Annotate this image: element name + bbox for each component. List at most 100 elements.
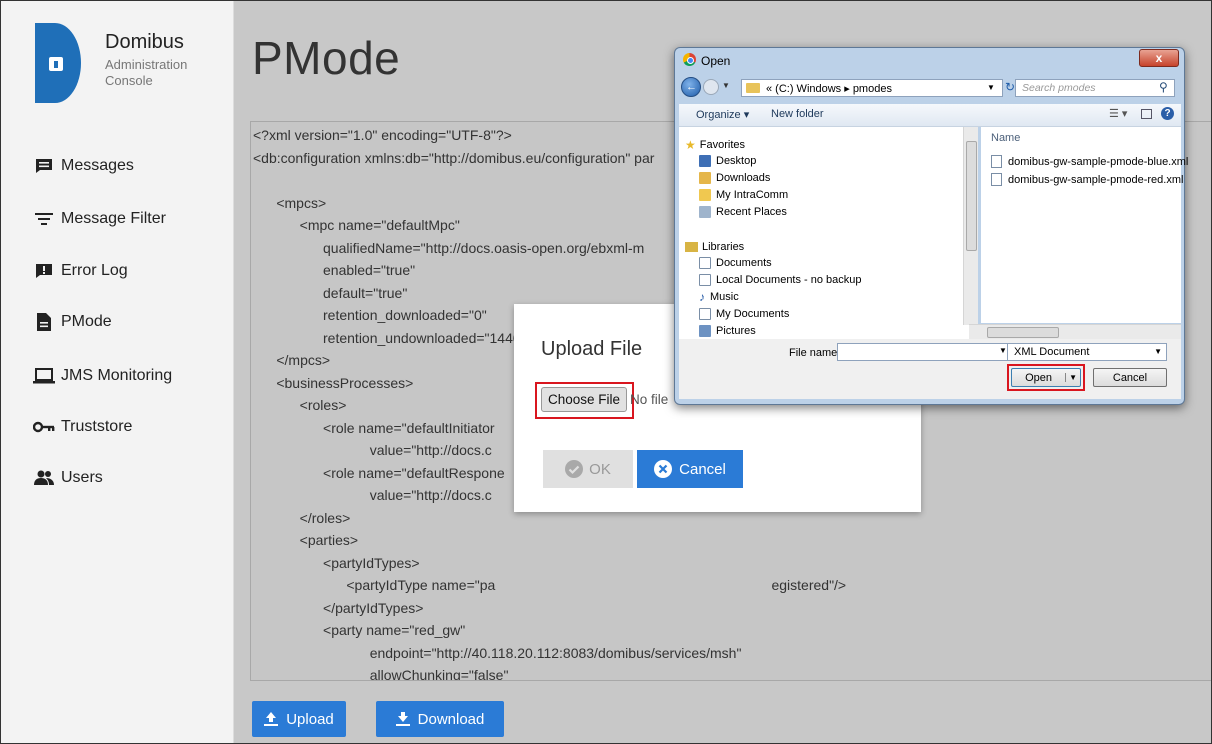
sidebar-item-label: Truststore [61,418,133,435]
file-type-select[interactable]: XML Document ▼ [1007,343,1167,361]
file-type-dropdown-icon: ▼ [1154,347,1162,356]
dialog-bottom-bar: File name: ▼ XML Document ▼ Open ▼ Cance… [679,339,1181,399]
download-label: Download [417,710,485,728]
tree-label: Music [710,291,739,303]
tree-label: Local Documents - no backup [716,274,862,286]
address-bar[interactable]: « (C:) Windows ▸ pmodes [741,79,1003,97]
desktop-icon [699,155,711,167]
sidebar-item-label: JMS Monitoring [61,367,173,384]
intracomm-icon [699,189,711,201]
file-name: domibus-gw-sample-pmode-red.xml [1008,173,1184,186]
tree-libraries[interactable]: Libraries [685,239,744,255]
page-title: PMode [252,32,401,84]
file-type-value: XML Document [1014,346,1090,358]
open-button[interactable]: Open ▼ [1011,368,1081,387]
xml-line: allowChunking="false" [253,667,509,681]
column-header-name[interactable]: Name [991,132,1020,144]
file-name-label: File name: [789,347,841,359]
preview-pane-icon[interactable] [1141,109,1152,119]
download-button[interactable]: Download [376,701,504,737]
domibus-logo [35,23,81,103]
sidebar-item-message-filter[interactable]: Message Filter [33,204,166,234]
ok-button[interactable]: OK [543,450,633,488]
modal-title: Upload File [541,338,643,360]
dialog-cancel-label: Cancel [1112,371,1148,384]
tree-label: My IntraComm [716,189,789,201]
history-dropdown-icon[interactable]: ▼ [722,81,730,90]
tree-item-recent[interactable]: Recent Places [699,204,787,220]
tree-item-pictures[interactable]: Pictures [699,323,756,339]
file-name-dropdown-icon[interactable]: ▼ [999,346,1007,355]
chrome-center [687,57,694,64]
view-options-icon[interactable]: ☰ ▾ [1109,107,1127,120]
search-input[interactable]: Search pmodes [1015,79,1175,97]
upload-button[interactable]: Upload [252,701,346,737]
new-folder-button[interactable]: New folder [771,108,824,120]
dialog-title: Open [701,54,731,68]
libraries-icon [685,242,698,252]
tree-item-music[interactable]: ♪ Music [699,289,739,305]
tree-item-my-documents[interactable]: My Documents [699,306,789,322]
file-item[interactable]: domibus-gw-sample-pmode-red.xml [991,173,1183,186]
sidebar-item-truststore[interactable]: Truststore [33,412,132,442]
brand-subtitle: Administration Console [105,57,188,88]
tree-item-desktop[interactable]: Desktop [699,153,756,169]
documents-icon [699,274,711,286]
tree-label: Documents [716,257,772,269]
sidebar-item-messages[interactable]: Messages [33,151,134,181]
sidebar: Domibus Administration Console Messages … [1,1,234,743]
horizontal-scrollbar[interactable] [969,324,1181,339]
file-list: Name domibus-gw-sample-pmode-blue.xml do… [981,127,1188,323]
tree-item-intracomm[interactable]: My IntraComm [699,187,788,203]
star-icon: ★ [685,138,696,152]
cancel-button[interactable]: Cancel [637,450,743,488]
file-item[interactable]: domibus-gw-sample-pmode-blue.xml [991,155,1188,168]
horizontal-scroll-thumb[interactable] [987,327,1059,338]
cancel-label: Cancel [679,460,726,478]
tree-favorites[interactable]: ★ Favorites [685,137,745,153]
xml-file-icon [991,155,1002,168]
tree-item-downloads[interactable]: Downloads [699,170,770,186]
dialog-cancel-button[interactable]: Cancel [1093,368,1167,387]
download-icon [395,712,410,726]
forward-button[interactable] [703,79,719,95]
tree-scrollbar[interactable] [963,127,978,325]
address-dropdown-icon[interactable]: ▼ [987,83,995,92]
sidebar-item-error-log[interactable]: Error Log [33,256,128,286]
sidebar-item-users[interactable]: Users [33,463,103,493]
refresh-icon[interactable]: ↻ [1005,80,1015,94]
tree-item-documents[interactable]: Documents [699,255,772,271]
xml-file-icon [991,173,1002,186]
check-icon [565,460,584,478]
choose-file-button[interactable]: Choose File [541,387,627,412]
tree-label: Libraries [702,241,745,253]
navigation-tree: ★ Favorites Desktop Downloads My IntraCo… [679,127,969,339]
sidebar-item-pmode[interactable]: PMode [33,307,112,337]
open-file-dialog: Open x ← ▼ « (C:) Windows ▸ pmodes ▼ ↻ S… [674,47,1188,405]
error-log-icon [33,261,55,281]
users-icon [33,468,55,488]
tree-label: Recent Places [716,206,787,218]
open-label: Open [1025,371,1052,384]
xml-line: endpoint="http://40.118.20.112:8083/domi… [253,644,742,661]
tree-label: Pictures [716,325,756,337]
folder-icon [746,83,760,93]
xml-line: <parties> [253,532,359,548]
sidebar-item-jms-monitoring[interactable]: JMS Monitoring [33,361,172,391]
sidebar-item-label: Message Filter [61,210,166,227]
key-icon [33,417,55,437]
close-button[interactable]: x [1139,49,1179,67]
help-icon[interactable]: ? [1161,107,1174,120]
brand-title: Domibus [105,31,184,53]
back-arrow-icon: ← [686,81,697,93]
sidebar-item-label: Messages [61,157,134,174]
tree-scroll-thumb[interactable] [966,141,977,251]
tree-label: Downloads [716,172,771,184]
open-dropdown-icon[interactable]: ▼ [1065,373,1080,382]
pictures-icon [699,325,711,337]
organize-button[interactable]: Organize ▾ [696,108,749,121]
tree-item-local-documents[interactable]: Local Documents - no backup [699,272,862,288]
documents-icon [699,257,711,269]
recent-places-icon [699,206,711,218]
xml-line: <partyIdType name="pa egistered"/> [253,577,847,593]
